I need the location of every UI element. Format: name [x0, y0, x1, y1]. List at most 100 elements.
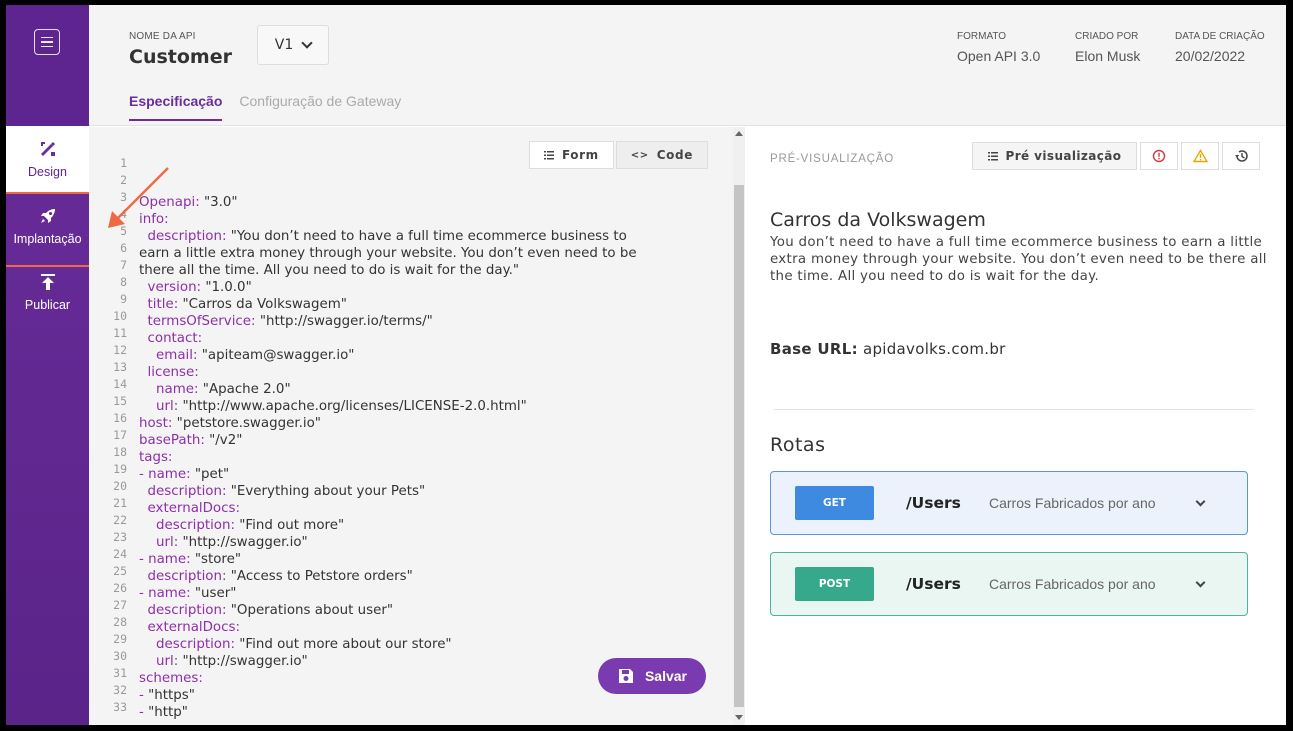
preview-button[interactable]: Pré visualização	[972, 142, 1137, 170]
list-icon	[987, 151, 998, 160]
code-key: host:	[139, 416, 173, 431]
base-url-label: Base URL:	[770, 340, 858, 358]
line-number: 12	[113, 343, 127, 357]
route-get-users[interactable]: GET /Users Carros Fabricados por ano	[770, 471, 1248, 535]
hamburger-icon[interactable]	[34, 29, 60, 55]
upload-icon	[40, 274, 55, 290]
code-line: description: "Access to Petstore orders"	[139, 568, 637, 585]
line-number: 27	[113, 598, 127, 612]
code-value: "user"	[190, 586, 237, 601]
line-number: 25	[113, 564, 127, 578]
code-key: description:	[156, 518, 235, 533]
code-line: version: "1.0.0"	[139, 279, 637, 296]
code-line: basePath: "/v2"	[139, 432, 637, 449]
sidebar-item-design[interactable]: Design	[6, 126, 89, 192]
version-select[interactable]: V1	[257, 25, 329, 65]
meta-key: DATA DE CRIAÇÃO	[1175, 31, 1265, 42]
chevron-down-icon[interactable]	[1195, 577, 1206, 587]
warnings-button[interactable]	[1181, 142, 1219, 170]
line-number: 11	[113, 326, 127, 340]
line-number: 17	[113, 428, 127, 442]
line-number: 28	[113, 615, 127, 629]
code-icon: <>	[630, 149, 649, 161]
meta-key: FORMATO	[957, 31, 1007, 42]
code-value: "Apache 2.0"	[198, 382, 291, 397]
code-value: "/v2"	[204, 433, 243, 448]
annotation-arrow-icon	[108, 167, 169, 228]
tab-bar: Especificação Configuração de Gateway	[129, 93, 401, 121]
code-key: name:	[156, 382, 199, 397]
code-value: "petstore.swagger.io"	[172, 416, 321, 431]
code-value: "Operations about user"	[226, 603, 394, 618]
code-line: info:	[139, 211, 637, 228]
code-line: description: "Everything about your Pets…	[139, 483, 637, 500]
history-icon	[1234, 150, 1248, 162]
line-number: 19	[113, 462, 127, 476]
code-line: description: "You don’t need to have a f…	[139, 228, 637, 245]
meta-key: CRIADO POR	[1075, 31, 1139, 42]
code-value: there all the time. All you need to do i…	[139, 263, 520, 278]
line-number: 18	[113, 445, 127, 459]
code-key: contact:	[147, 331, 203, 346]
preview-button-label: Pré visualização	[1005, 149, 1122, 163]
line-number: 8	[120, 275, 127, 289]
meta-created-by: CRIADO POR Elon Musk	[1075, 31, 1140, 64]
scroll-up-icon[interactable]	[735, 131, 743, 136]
code-line: earn a little extra money through your w…	[139, 245, 637, 262]
tab-configuracao-gateway[interactable]: Configuração de Gateway	[239, 93, 401, 121]
preview-toolbar: Pré visualização	[972, 142, 1260, 170]
history-button[interactable]	[1222, 142, 1260, 170]
line-number: 24	[113, 547, 127, 561]
code-key: basePath:	[139, 433, 205, 448]
route-description: Carros Fabricados por ano	[989, 495, 1156, 511]
code-key: url:	[156, 399, 179, 414]
errors-button[interactable]	[1140, 142, 1178, 170]
method-badge-get: GET	[795, 486, 874, 520]
route-path: /Users	[906, 494, 961, 512]
code-value: "https"	[148, 688, 195, 703]
preview-panel: PRÉ-VISUALIZAÇÃO Pré visualização Carros…	[745, 127, 1286, 725]
design-tools-icon	[40, 142, 55, 156]
code-value: "http://www.apache.org/licenses/LICENSE-…	[178, 399, 527, 414]
code-key: - name:	[139, 552, 191, 567]
route-post-users[interactable]: POST /Users Carros Fabricados por ano	[770, 552, 1248, 616]
sidebar-item-publicar[interactable]: Publicar	[6, 259, 89, 325]
line-number: 26	[113, 581, 127, 595]
code-editor[interactable]: 1234567891011121314151617181920212223242…	[89, 127, 745, 725]
warning-icon	[1192, 149, 1208, 163]
line-number: 6	[120, 241, 127, 255]
code-value: "3.0"	[199, 195, 238, 210]
code-value: "Everything about your Pets"	[226, 484, 426, 499]
code-key: description:	[147, 569, 227, 584]
code-mode-button[interactable]: <> Code	[615, 141, 708, 169]
preview-title: Carros da Volkswagem	[770, 209, 986, 231]
code-line: contact:	[139, 330, 637, 347]
code-value: "http"	[148, 705, 188, 720]
code-line: host: "petstore.swagger.io"	[139, 415, 637, 432]
line-number: 14	[113, 377, 127, 391]
form-mode-button[interactable]: Form	[529, 141, 614, 169]
scrollbar-thumb[interactable]	[734, 185, 744, 707]
code-line: - name: "user"	[139, 585, 637, 602]
line-number: 15	[113, 394, 127, 408]
header: NOME DA API Customer V1 FORMATO Open API…	[89, 5, 1286, 126]
error-icon	[1152, 149, 1166, 163]
scroll-down-icon[interactable]	[735, 715, 743, 720]
code-mode-label: Code	[656, 148, 693, 162]
code-line: externalDocs:	[139, 500, 637, 517]
code-value: "Find out more about our store"	[235, 637, 452, 652]
save-button[interactable]: Salvar	[598, 658, 706, 694]
code-key: description:	[147, 484, 227, 499]
line-number: 20	[113, 479, 127, 493]
chevron-down-icon	[301, 37, 313, 49]
code-key: description:	[156, 637, 235, 652]
base-url: Base URL: apidavolks.com.br	[770, 340, 1006, 358]
api-name: Customer	[129, 46, 232, 68]
tab-especificacao[interactable]: Especificação	[129, 93, 223, 121]
code-line: description: "Operations about user"	[139, 602, 637, 619]
chevron-down-icon[interactable]	[1195, 496, 1206, 506]
code-key: externalDocs:	[147, 501, 240, 516]
code-content[interactable]: Openapi: "3.0" info: description: "You do…	[139, 194, 637, 721]
code-line: description: "Find out more about our st…	[139, 636, 637, 653]
sidebar-item-label: Design	[28, 165, 67, 179]
